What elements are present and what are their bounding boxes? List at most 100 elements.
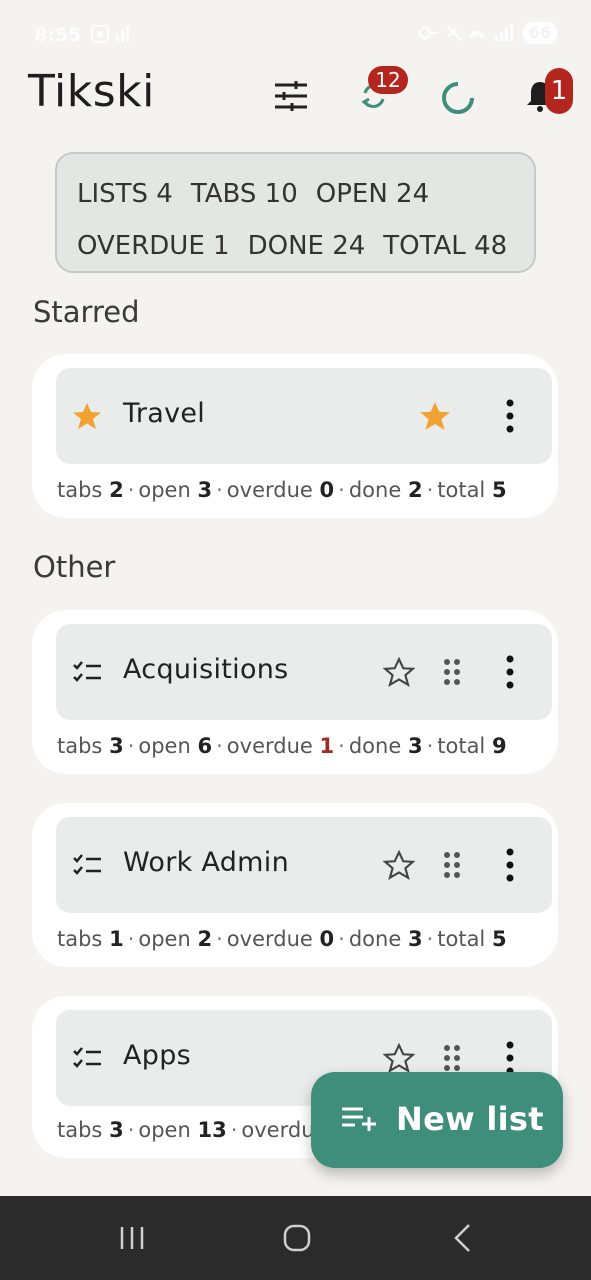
loading-spinner-icon (442, 82, 474, 114)
loading-indicator (434, 74, 482, 122)
list-item[interactable]: Acquisitions (56, 624, 552, 720)
more-vert-icon[interactable] (500, 398, 520, 434)
stat-value: 2 (407, 478, 423, 502)
list-stats: tabs 3 · open 13 · overdu (57, 1118, 315, 1142)
list-item[interactable]: Travel (56, 368, 552, 464)
drag-handle-icon[interactable] (440, 657, 464, 687)
separator: · (127, 927, 135, 951)
stat-label: tabs (57, 478, 103, 502)
recent-apps-icon[interactable] (112, 1218, 152, 1258)
checklist-icon (73, 1047, 101, 1068)
stat-value: 3 (109, 1118, 124, 1142)
stat-value: 9 (491, 734, 507, 758)
stat-value: 5 (491, 927, 507, 951)
stat-value: 3 (407, 927, 423, 951)
stat-label: total (437, 927, 486, 951)
stat-label: overdue (226, 734, 313, 758)
stat-label: open (138, 478, 191, 502)
separator: · (338, 478, 345, 502)
stat-value: 6 (197, 734, 213, 758)
list-title: Travel (123, 398, 206, 429)
stat-label: tabs (57, 927, 103, 951)
stat-value: 0 (319, 478, 335, 502)
filter-icon (275, 81, 307, 111)
list-stats: tabs 2 · open 3 · overdue 0 · done 2 · total 5 (57, 478, 507, 502)
system-nav-bar (0, 1196, 591, 1280)
star-outline-icon[interactable] (383, 1042, 415, 1074)
app-title: Tikski (28, 66, 155, 117)
screenshot-icon (91, 25, 129, 43)
stat-value: 5 (491, 478, 507, 502)
stat-value: 2 (197, 927, 213, 951)
stat-label: overdue (226, 478, 313, 502)
stat-label: tabs (57, 1118, 103, 1142)
stat-value: 2 (109, 478, 124, 502)
status-system-icons: 66 (417, 22, 557, 44)
more-vert-icon[interactable] (500, 847, 520, 883)
stat-value: 0 (319, 927, 335, 951)
stat-label: open (138, 927, 191, 951)
status-notification-icons (90, 24, 134, 49)
separator: · (426, 478, 434, 502)
separator: · (127, 734, 135, 758)
stat-label: open (138, 734, 191, 758)
stat-value: 3 (407, 734, 423, 758)
battery-indicator: 66 (522, 22, 557, 44)
stat-label: open (138, 1118, 191, 1142)
stat-value: 13 (197, 1118, 227, 1142)
home-icon[interactable] (277, 1218, 317, 1258)
star-filled-icon (73, 403, 101, 429)
stat-label: done (348, 927, 402, 951)
back-icon[interactable] (443, 1218, 483, 1258)
filter-button[interactable] (267, 72, 315, 120)
separator: · (230, 1118, 238, 1142)
list-title: Apps (123, 1040, 192, 1071)
stat-lists: LISTS 4 (77, 179, 173, 209)
section-heading-starred: Starred (33, 295, 140, 329)
separator: · (338, 734, 345, 758)
stat-label: done (348, 734, 402, 758)
stats-summary: LISTS 4 TABS 10 OPEN 24 OVERDUE 1 DONE 2… (55, 152, 536, 273)
list-item[interactable]: Work Admin (56, 817, 552, 913)
list-title: Work Admin (123, 847, 290, 878)
new-list-label: New list (396, 1100, 544, 1138)
sync-count-badge: 12 (368, 66, 408, 94)
list-card: Travel tabs 2 · open 3 · overdue 0 · done 2 · to… (32, 354, 558, 518)
more-vert-icon[interactable] (500, 1040, 520, 1076)
separator: · (426, 927, 434, 951)
star-toggle-icon[interactable] (419, 400, 451, 432)
stat-value: 1 (109, 927, 124, 951)
stat-label: done (348, 478, 402, 502)
drag-handle-icon[interactable] (440, 850, 464, 880)
stat-total: TOTAL 48 (383, 231, 508, 261)
system-status-icons (418, 24, 513, 41)
list-card: Work Admin tabs 1 · open 2 · overdue 0 · done … (32, 803, 558, 967)
separator: · (338, 927, 345, 951)
list-title: Acquisitions (123, 654, 289, 685)
stat-value: 3 (109, 734, 124, 758)
stat-overdue: OVERDUE 1 (77, 231, 230, 261)
star-outline-icon[interactable] (383, 656, 415, 688)
stat-label: tabs (57, 734, 103, 758)
stat-tabs: TABS 10 (190, 179, 298, 209)
stat-label: total (437, 734, 486, 758)
more-vert-icon[interactable] (500, 654, 520, 690)
notification-count-badge: 1 (545, 68, 573, 114)
separator: · (426, 734, 434, 758)
stat-open: OPEN 24 (315, 179, 430, 209)
new-list-button[interactable]: New list (311, 1072, 563, 1168)
separator: · (127, 1118, 135, 1142)
separator: · (127, 478, 135, 502)
stat-label: total (437, 478, 486, 502)
list-stats: tabs 3 · open 6 · overdue 1 · done 3 · total 9 (57, 734, 507, 758)
list-card: Acquisitions tabs 3 · open 6 · overdue 1 · don… (32, 610, 558, 774)
stats-row: LISTS 4 TABS 10 OPEN 24 (77, 168, 514, 220)
checklist-icon (73, 854, 101, 875)
stat-done: DONE 24 (247, 231, 366, 261)
star-outline-icon[interactable] (383, 849, 415, 881)
stat-value-overdue: 1 (319, 734, 335, 758)
playlist-add-icon (342, 1107, 376, 1131)
drag-handle-icon[interactable] (440, 1043, 464, 1073)
separator: · (216, 734, 223, 758)
section-heading-other: Other (33, 550, 116, 584)
